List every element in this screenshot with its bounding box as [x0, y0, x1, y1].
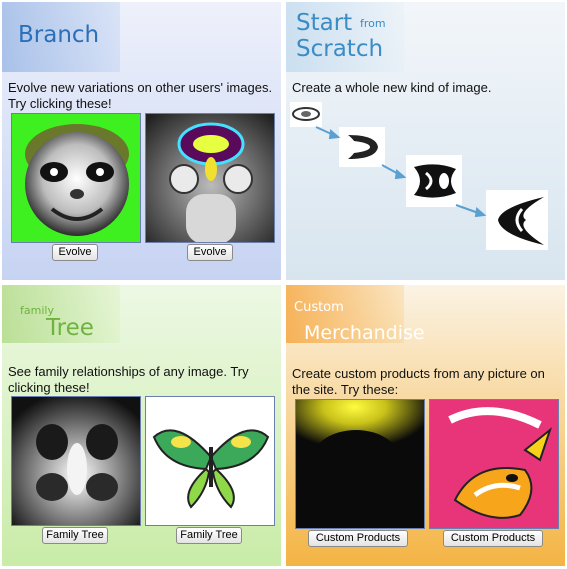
stage-4-image — [486, 190, 548, 250]
scratch-title-small: from — [360, 17, 386, 30]
scratch-title-line2: Scratch — [296, 36, 384, 62]
scratch-description: Create a whole new kind of image. — [292, 80, 492, 95]
evolve-button-2[interactable]: Evolve — [187, 244, 233, 261]
scratch-panel: Start from Scratch Create a whole new ki… — [286, 2, 565, 280]
tree-image-2[interactable] — [145, 396, 275, 526]
merch-header: Custom Merchandise — [286, 285, 425, 344]
branch-panel: Branch Evolve new variations on other us… — [2, 2, 281, 280]
stage-2-image — [339, 127, 385, 167]
scratch-title-main: Start — [296, 10, 353, 36]
tree-image-1[interactable] — [11, 396, 141, 526]
stage-3-image — [406, 155, 462, 207]
evolution-sequence — [290, 102, 548, 250]
custom-products-button-2[interactable]: Custom Products — [443, 530, 543, 547]
branch-image-2[interactable] — [145, 113, 275, 243]
branch-image-1[interactable] — [11, 113, 141, 243]
merch-image-1[interactable] — [295, 399, 425, 529]
branch-description: Evolve new variations on other users' im… — [8, 80, 273, 111]
tree-title-main: Tree — [46, 315, 94, 341]
evolve-button-1[interactable]: Evolve — [52, 244, 98, 261]
tree-header: family Tree — [2, 285, 120, 343]
scratch-header: Start from Scratch — [286, 2, 404, 72]
tree-panel: family Tree See family relationships of … — [2, 285, 281, 566]
merch-panel: Custom Merchandise Create custom product… — [286, 285, 565, 566]
merch-title-main: Merchandise — [304, 322, 425, 344]
merch-description: Create custom products from any picture … — [292, 366, 545, 397]
family-tree-button-1[interactable]: Family Tree — [42, 527, 108, 544]
family-tree-button-2[interactable]: Family Tree — [176, 527, 242, 544]
merch-image-2[interactable] — [429, 399, 559, 529]
custom-products-button-1[interactable]: Custom Products — [308, 530, 408, 547]
merch-title-small: Custom — [294, 300, 344, 315]
branch-title: Branch — [18, 22, 100, 48]
stage-1-image — [290, 102, 322, 127]
branch-header: Branch — [2, 2, 120, 72]
tree-description: See family relationships of any image. T… — [8, 364, 249, 395]
